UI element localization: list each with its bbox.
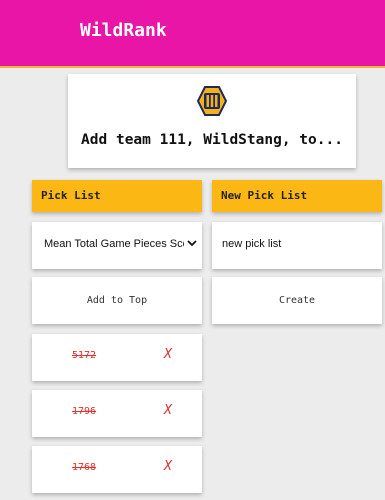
new-pick-list-header: New Pick List bbox=[212, 180, 382, 212]
team-card: Add team 111, WildStang, to... bbox=[68, 74, 356, 168]
chevron-down-icon bbox=[187, 240, 197, 247]
team-number: 1796 bbox=[72, 406, 97, 417]
add-to-top-button[interactable]: Add to Top bbox=[32, 277, 202, 324]
remove-team-button[interactable]: X bbox=[164, 403, 172, 418]
new-pick-list-name-field[interactable]: new pick list bbox=[212, 222, 382, 269]
pick-list-item[interactable]: 5172 X bbox=[32, 334, 202, 381]
pick-list-header: Pick List bbox=[32, 180, 202, 212]
wildstang-logo-icon bbox=[196, 86, 228, 116]
remove-team-button[interactable]: X bbox=[164, 459, 172, 474]
pick-list-item[interactable]: 1768 X bbox=[32, 446, 202, 493]
team-number: 1768 bbox=[72, 462, 97, 473]
create-button[interactable]: Create bbox=[212, 277, 382, 324]
app-header: WildRank bbox=[0, 0, 385, 68]
pick-list-select[interactable]: Mean Total Game Pieces Scored bbox=[32, 222, 202, 269]
team-number: 5172 bbox=[72, 350, 97, 361]
remove-team-button[interactable]: X bbox=[164, 347, 172, 362]
app-title: WildRank bbox=[80, 20, 167, 41]
team-card-title: Add team 111, WildStang, to... bbox=[81, 132, 343, 148]
pick-list-select-value: Mean Total Game Pieces Scored bbox=[44, 238, 184, 250]
pick-list-item[interactable]: 1796 X bbox=[32, 390, 202, 437]
new-pick-list-name-value: new pick list bbox=[222, 238, 282, 250]
